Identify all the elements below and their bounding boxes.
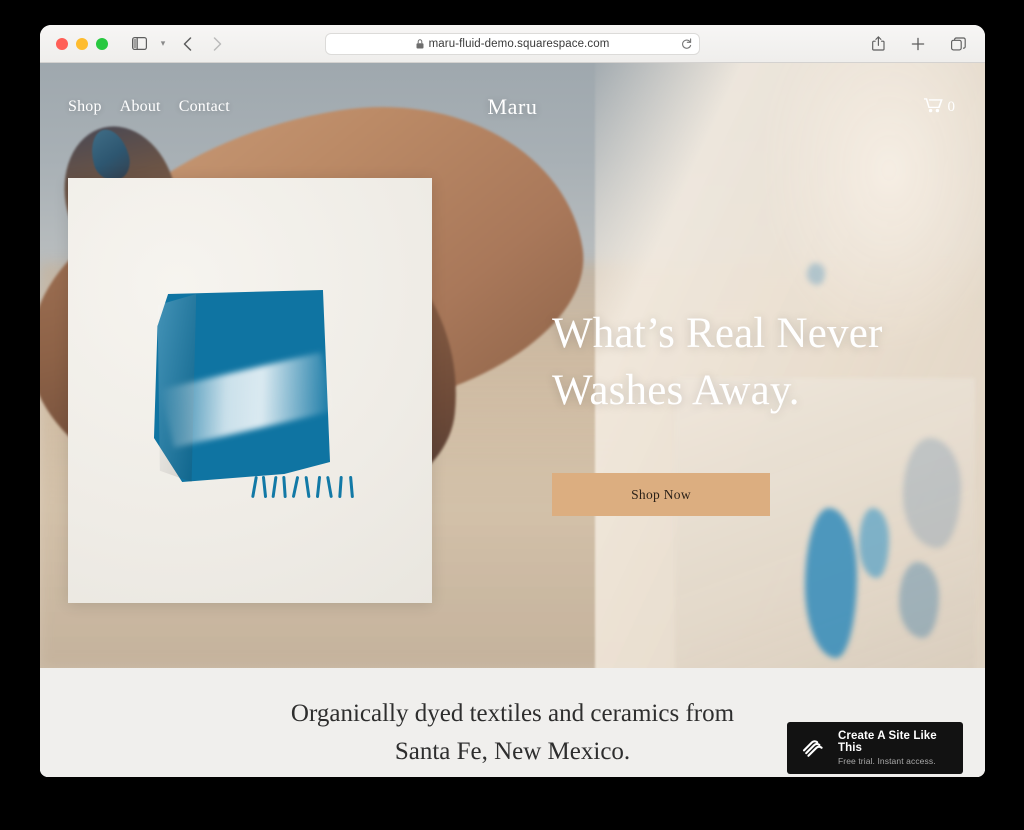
indigo-splash [807,263,825,285]
hero-section: Shop About Contact Maru 0 What’s Real Ne… [40,63,985,668]
browser-toolbar: ▾ maru-fluid-demo.squarespace.com [40,25,985,63]
new-tab-icon[interactable] [905,32,931,56]
maximize-window-button[interactable] [96,37,108,50]
squarespace-promo-text: Create A Site Like This Free trial. Inst… [838,730,963,766]
indigo-splash [899,562,939,638]
indigo-textile-graphic [154,290,354,499]
reload-icon[interactable] [681,37,692,50]
promo-subtitle: Free trial. Instant access. [838,756,936,766]
shopping-cart-icon [923,97,943,118]
hero-headline-line-1: What’s Real Never [552,310,883,357]
tab-overview-icon[interactable] [945,32,971,56]
intro-tagline: Organically dyed textiles and ceramics f… [253,695,773,777]
site-header: Shop About Contact Maru 0 [40,63,985,151]
browser-window: ▾ maru-fluid-demo.squarespace.com Shop A… [40,25,985,777]
promo-title: Create A Site Like This [838,730,937,754]
intro-section: Organically dyed textiles and ceramics f… [40,668,985,777]
hero-headline: What’s Real Never Washes Away. [552,305,912,419]
page-viewport: Shop About Contact Maru 0 What’s Real Ne… [40,63,985,777]
indigo-splash [805,508,857,658]
indigo-splash [859,508,889,578]
cart-button[interactable]: 0 [923,97,956,118]
textile-fringe [250,475,355,508]
primary-navigation: Shop About Contact [68,98,230,116]
navigation-controls: ▾ [126,32,230,56]
hero-product-image[interactable] [68,178,432,603]
window-controls [56,37,108,50]
close-window-button[interactable] [56,37,68,50]
minimize-window-button[interactable] [76,37,88,50]
toolbar-right-actions [865,32,971,56]
forward-arrow-icon[interactable] [204,32,230,56]
hero-headline-line-2: Washes Away. [552,367,800,415]
address-bar[interactable]: maru-fluid-demo.squarespace.com [325,32,700,55]
nav-link-contact[interactable]: Contact [179,98,230,116]
sidebar-toggle-icon[interactable] [126,32,152,56]
shop-now-button[interactable]: Shop Now [552,473,770,516]
indigo-splash [903,438,961,548]
intro-tagline-line-2: Santa Fe, New Mexico. [394,737,631,765]
back-arrow-icon[interactable] [174,32,200,56]
squarespace-promo-badge[interactable]: Create A Site Like This Free trial. Inst… [787,722,963,774]
cart-item-count: 0 [947,98,956,115]
lock-icon [416,38,424,49]
nav-link-about[interactable]: About [120,98,161,116]
chevron-down-icon[interactable]: ▾ [156,38,170,49]
intro-tagline-line-1: Organically dyed textiles and ceramics f… [290,700,735,727]
share-icon[interactable] [865,32,891,56]
squarespace-logo-icon [800,735,826,761]
nav-link-shop[interactable]: Shop [68,98,102,116]
url-text: maru-fluid-demo.squarespace.com [428,37,610,50]
